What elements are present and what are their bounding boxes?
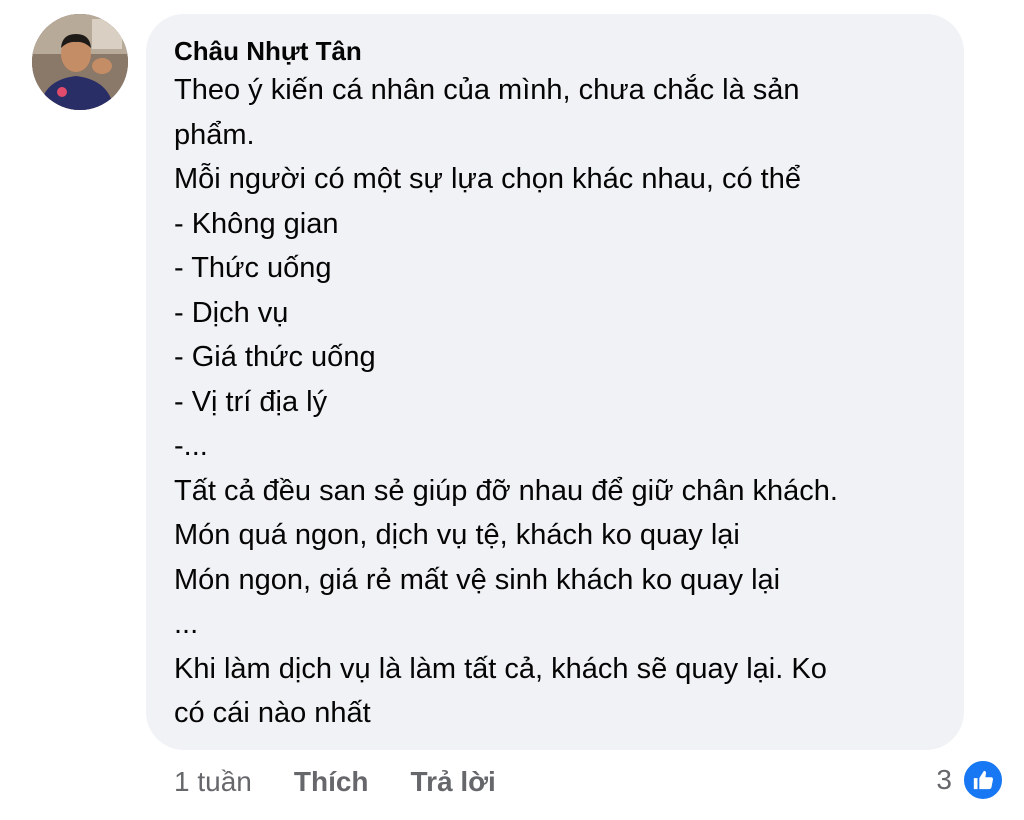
comment-bubble: Châu Nhựt Tân Theo ý kiến cá nhân của mì… <box>146 14 964 750</box>
comment-author-name[interactable]: Châu Nhựt Tân <box>174 34 936 68</box>
comment-line: - Vị trí địa lý <box>174 385 328 418</box>
comment-line: - Giá thức uống <box>174 341 376 373</box>
comment-line: Món ngon, giá rẻ mất vệ sinh khách ko qu… <box>174 563 781 596</box>
comment-line: -... <box>174 430 208 462</box>
comment-timestamp[interactable]: 1 tuần <box>174 766 252 798</box>
comment-line: có cái nào nhất <box>174 697 371 729</box>
comment-line: phẩm. <box>174 118 255 151</box>
comment-body: Theo ý kiến cá nhân của mình, chưa chắc … <box>174 68 936 736</box>
reaction-count: 3 <box>936 764 952 795</box>
comment-line: - Không gian <box>174 207 339 240</box>
comment-actions: 1 tuần Thích Trả lời <box>174 760 496 804</box>
avatar-photo <box>32 14 128 110</box>
comment-line: Khi làm dịch vụ là làm tất cả, khách sẽ … <box>174 652 827 685</box>
thumbs-up-icon <box>962 759 1004 801</box>
reply-button[interactable]: Trả lời <box>411 766 496 798</box>
reaction-summary[interactable]: 3 <box>936 758 1004 802</box>
like-button[interactable]: Thích <box>294 766 369 798</box>
comment-line: Tất cả đều san sẻ giúp đỡ nhau để giữ ch… <box>174 474 838 507</box>
comment-line: - Thức uống <box>174 252 332 284</box>
comment-line: Món quá ngon, dịch vụ tệ, khách ko quay … <box>174 519 740 551</box>
comment-page: Châu Nhựt Tân Theo ý kiến cá nhân của mì… <box>0 0 1024 820</box>
avatar[interactable] <box>32 14 128 110</box>
comment-line: Theo ý kiến cá nhân của mình, chưa chắc … <box>174 74 800 106</box>
comment-line: Mỗi người có một sự lựa chọn khác nhau, … <box>174 163 801 195</box>
comment-line: ... <box>174 608 199 640</box>
comment-line: - Dịch vụ <box>174 296 289 329</box>
